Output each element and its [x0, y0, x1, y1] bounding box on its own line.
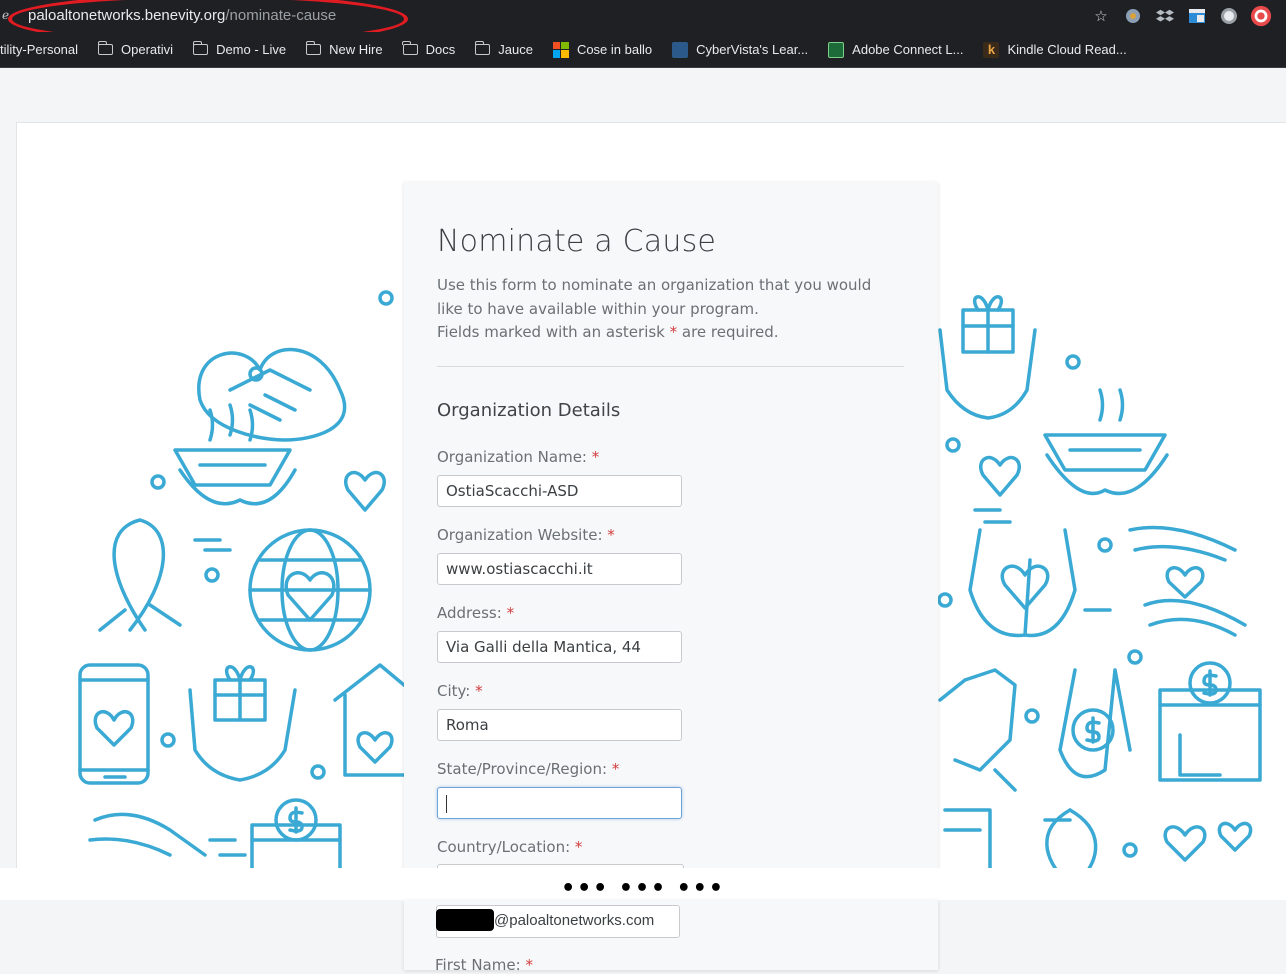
organization-name-label: Organization Name: * — [437, 448, 600, 466]
bookmark-new-hire[interactable]: New Hire — [305, 41, 383, 57]
profile-icon[interactable] — [1250, 5, 1272, 27]
organization-website-input[interactable]: www.ostiascacchi.it — [437, 553, 682, 585]
address-label: Address: * — [437, 604, 515, 622]
bookmark-docs[interactable]: Docs — [402, 41, 455, 57]
microsoft-icon — [552, 41, 569, 58]
bookmark-adobe-connect[interactable]: Adobe Connect L... — [828, 41, 963, 58]
state-province-region-label: State/Province/Region: * — [437, 760, 620, 778]
bookmark-demo-live[interactable]: Demo - Live — [192, 41, 286, 57]
adobe-connect-icon — [828, 41, 845, 58]
dropbox-icon[interactable] — [1154, 5, 1176, 27]
form-description: Use this form to nominate an organizatio… — [437, 276, 872, 341]
bookmark-jauce[interactable]: Jauce — [474, 41, 533, 57]
bookmark-cybervista[interactable]: CyberVista's Lear... — [672, 41, 808, 58]
charity-illustration-left — [78, 290, 410, 880]
charity-illustration-right — [937, 295, 1262, 882]
section-title: Organization Details — [437, 400, 621, 421]
email-domain: @paloaltonetworks.com — [494, 912, 655, 929]
folder-icon — [402, 41, 418, 55]
browser-toolbar: ℯ paloaltonetworks.benevity.org/nominate… — [0, 0, 1286, 44]
cybervista-icon — [672, 41, 689, 58]
organization-website-label: Organization Website: * — [437, 526, 615, 544]
country-location-label: Country/Location: * — [437, 838, 583, 856]
window-icon[interactable] — [1186, 5, 1208, 27]
folder-icon — [192, 41, 209, 55]
bookmark-utility-personal[interactable]: tility-Personal — [0, 42, 78, 57]
bookmark-operativi[interactable]: Operativi — [97, 41, 173, 57]
bookmark-cose-in-ballo[interactable]: Cose in ballo — [552, 41, 652, 58]
folder-icon — [474, 41, 491, 55]
state-province-region-input[interactable] — [437, 787, 682, 819]
folder-icon — [305, 41, 322, 55]
kindle-icon: k — [983, 41, 1000, 58]
text-cursor — [446, 794, 447, 813]
city-label: City: * — [437, 682, 483, 700]
city-input[interactable]: Roma — [437, 709, 682, 741]
ellipsis-separator: ••• ••• ••• — [561, 876, 725, 901]
record-icon[interactable] — [1218, 5, 1240, 27]
bookmarks-bar: tility-Personal Operativi Demo - Live Ne… — [0, 32, 1286, 68]
bookmark-kindle[interactable]: k Kindle Cloud Read... — [983, 41, 1127, 58]
star-icon[interactable]: ☆ — [1090, 5, 1112, 27]
organization-name-input[interactable]: OstiaScacchi-ASD — [437, 475, 682, 507]
redaction-block — [436, 909, 494, 931]
address-input[interactable]: Via Galli della Mantica, 44 — [437, 631, 682, 663]
first-name-label: First Name: * — [435, 956, 533, 974]
folder-icon — [97, 41, 114, 55]
extension-icon[interactable] — [1122, 5, 1144, 27]
required-asterisk: * — [669, 323, 678, 341]
divider — [437, 366, 904, 367]
page-title: Nominate a Cause — [437, 224, 717, 259]
